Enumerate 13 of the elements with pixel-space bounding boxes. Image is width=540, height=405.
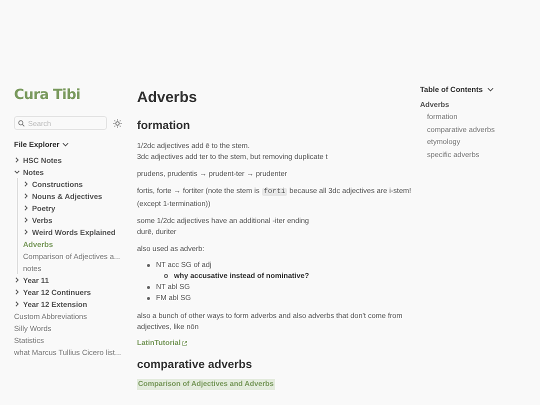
- section-heading: formation: [137, 118, 192, 134]
- bullet-icon: [147, 296, 150, 300]
- chevron-icon: [486, 86, 494, 94]
- external-link-icon: [182, 340, 187, 346]
- page-title: Adverbs: [137, 88, 198, 108]
- bullet-icon: [147, 286, 150, 289]
- section-heading: comparative adverbs: [137, 358, 254, 373]
- chevron-icon: [62, 141, 70, 148]
- theme-toggle-icon[interactable]: [113, 118, 122, 128]
- bullet-icon: [164, 274, 168, 278]
- search-icon: [18, 120, 25, 126]
- bullet-icon: [147, 264, 150, 267]
- site-logo[interactable]: Cura Tibi: [14, 85, 133, 106]
